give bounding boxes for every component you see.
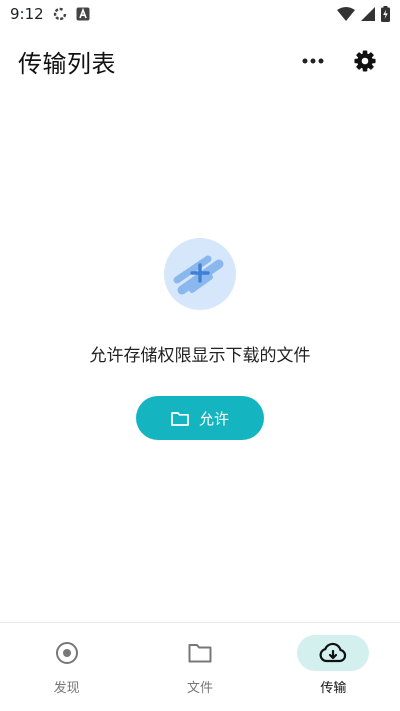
nav-label-files: 文件	[186, 681, 213, 696]
nav-item-discover[interactable]: 发现	[0, 623, 133, 711]
more-button[interactable]	[296, 44, 330, 78]
empty-message: 允许存储权限显示下载的文件	[89, 346, 311, 366]
discover-icon	[55, 642, 78, 664]
allow-button[interactable]: 允许	[136, 396, 264, 440]
nav-label-transfer: 传输	[320, 681, 347, 696]
empty-transfer-illustration	[164, 238, 236, 310]
app-bar: 传输列表	[0, 38, 400, 84]
nav-item-files[interactable]: 文件	[133, 623, 266, 711]
nav-label-discover: 发现	[53, 681, 80, 696]
gear-icon	[354, 50, 376, 72]
sync-icon	[52, 6, 68, 22]
accessibility-a-icon	[76, 7, 90, 21]
cellular-signal-icon	[361, 7, 375, 21]
allow-button-label: 允许	[198, 409, 229, 428]
empty-state: 允许存储权限显示下载的文件 允许	[0, 238, 400, 440]
nav-item-transfer[interactable]: 传输	[267, 623, 400, 711]
page-title: 传输列表	[18, 49, 116, 78]
settings-button[interactable]	[348, 44, 382, 78]
folder-icon	[188, 644, 212, 663]
cloud-download-icon	[319, 642, 347, 663]
folder-icon	[171, 411, 189, 426]
more-horizontal-icon	[302, 58, 324, 64]
status-time: 9:12	[10, 5, 44, 23]
status-bar: 9:12	[0, 0, 400, 28]
battery-charging-icon	[381, 6, 390, 22]
bottom-nav: 发现 文件 传输	[0, 622, 400, 711]
wifi-icon	[337, 7, 355, 21]
